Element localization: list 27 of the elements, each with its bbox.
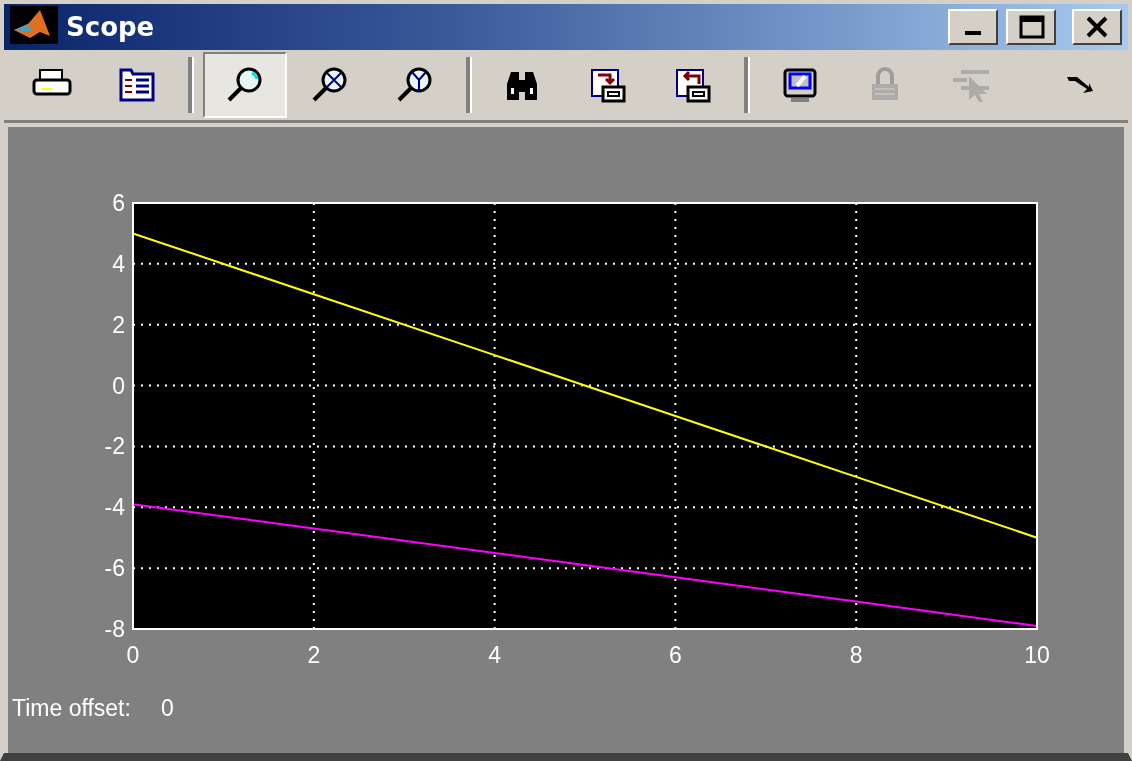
arrow-icon xyxy=(1067,77,1093,93)
zoom-button[interactable] xyxy=(203,52,287,118)
time-offset-value: 0 xyxy=(160,695,174,722)
x-axis-tick-label: 10 xyxy=(1024,642,1050,668)
y-axis-tick-label: -4 xyxy=(104,494,125,521)
y-axis-tick-label: 2 xyxy=(112,311,125,338)
x-axis-tick-label: 6 xyxy=(669,642,682,668)
axes-save-icon xyxy=(588,66,628,104)
y-axis-tick-label: 0 xyxy=(112,372,125,399)
minimize-button[interactable] xyxy=(948,9,998,45)
window-title: Scope xyxy=(66,12,156,42)
x-axis-tick-label: 8 xyxy=(849,642,863,668)
parameters-icon xyxy=(117,66,157,104)
time-offset-label: Time offset: xyxy=(12,695,131,722)
x-axis-tick-label: 4 xyxy=(488,642,501,668)
y-axis-tick-label: -8 xyxy=(104,616,125,642)
x-axis-tick-label: 2 xyxy=(307,642,321,668)
axes-restore-icon xyxy=(673,66,713,104)
y-axis-tick-label: 4 xyxy=(112,250,125,277)
x-axis-tick-label: 0 xyxy=(126,642,140,668)
minimize-icon xyxy=(965,31,981,35)
y-axis-tick-label: -6 xyxy=(104,555,125,582)
matlab-logo-icon xyxy=(10,6,58,44)
y-axis-tick-label: 6 xyxy=(112,190,125,216)
close-button[interactable] xyxy=(1072,9,1122,45)
maximize-button[interactable] xyxy=(1006,9,1056,45)
y-axis-tick-label: -2 xyxy=(104,433,125,460)
